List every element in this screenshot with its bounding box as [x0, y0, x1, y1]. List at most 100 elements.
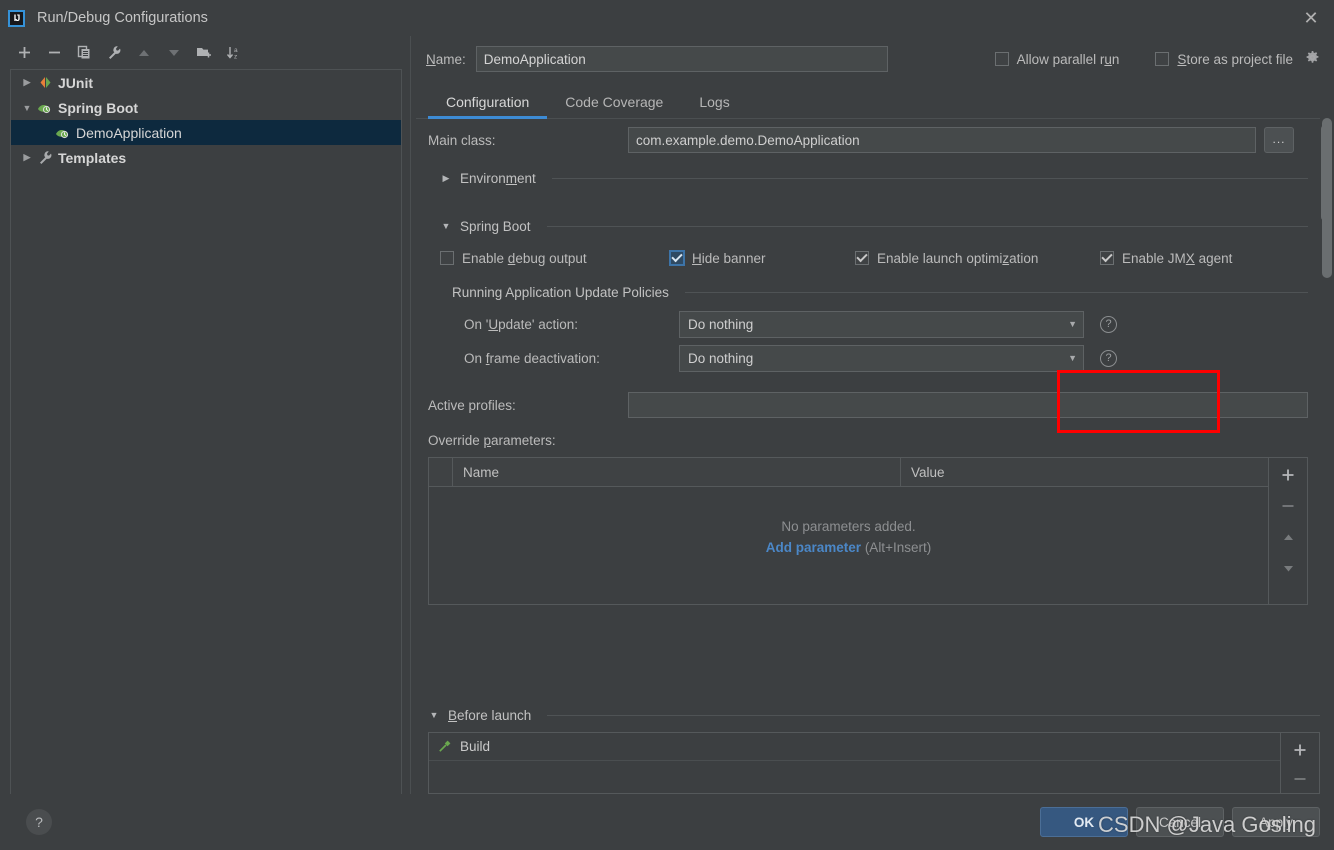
enable-debug-output-label: Enable debug output [462, 250, 587, 266]
junit-icon [35, 75, 55, 90]
tree-item-junit[interactable]: ▶ JUnit [11, 70, 401, 95]
help-button[interactable]: ? [26, 809, 52, 835]
add-parameter-shortcut: (Alt+Insert) [864, 540, 932, 555]
add-parameter-row: Add parameter (Alt+Insert) [766, 540, 931, 555]
move-parameter-up-button[interactable] [1271, 522, 1305, 552]
window-title: Run/Debug Configurations [37, 10, 208, 26]
remove-before-launch-task-button[interactable] [1283, 764, 1317, 793]
configuration-form: Main class: ... ▶ Environment ▼ Spring B… [416, 119, 1334, 698]
main-class-browse-button[interactable]: ... [1264, 127, 1294, 153]
chevron-right-icon[interactable]: ▶ [440, 173, 452, 184]
checkbox-box[interactable] [994, 52, 1009, 66]
hide-banner-checkbox[interactable]: Hide banner [670, 251, 855, 266]
main-class-input[interactable] [628, 127, 1256, 153]
spring-boot-section-header[interactable]: ▼ Spring Boot [428, 209, 1308, 243]
tab-configuration[interactable]: Configuration [428, 94, 548, 119]
remove-parameter-button[interactable] [1271, 491, 1305, 521]
on-frame-deactivation-label: On frame deactivation: [464, 350, 600, 366]
parameters-table-body[interactable]: Name Value No parameters added. Add para… [428, 457, 1269, 605]
ok-button[interactable]: OK [1040, 807, 1128, 837]
help-icon[interactable]: ? [1100, 349, 1117, 367]
allow-parallel-run-checkbox[interactable]: Allow parallel run [994, 52, 1119, 67]
configurations-tree[interactable]: ▶ JUnit ▼ Spring Boot DemoApplication ▶ … [10, 69, 402, 794]
scrollbar-thumb[interactable] [1322, 118, 1332, 278]
run-debug-configurations-dialog: IJ Run/Debug Configurations ✕ a z ▶ JUni… [0, 0, 1334, 850]
tree-item-spring-boot[interactable]: ▼ Spring Boot [11, 95, 401, 120]
dialog-body: a z ▶ JUnit ▼ Spring Boot DemoApplicatio… [0, 36, 1334, 794]
empty-message: No parameters added. [781, 519, 916, 534]
main-class-row: Main class: ... [428, 119, 1308, 161]
store-as-project-file-label: Store as project file [1177, 51, 1293, 67]
tab-code-coverage[interactable]: Code Coverage [547, 94, 681, 118]
table-column-name[interactable]: Name [453, 458, 901, 486]
before-launch-toolbar [1281, 732, 1320, 794]
hide-banner-label: Hide banner [692, 250, 766, 266]
chevron-right-icon[interactable]: ▶ [19, 152, 35, 163]
active-profiles-label: Active profiles: [428, 397, 516, 413]
tree-item-templates[interactable]: ▶ Templates [11, 145, 401, 170]
parameters-table-toolbar [1269, 457, 1308, 605]
svg-text:z: z [234, 54, 237, 61]
checkbox-box[interactable] [855, 251, 869, 265]
spring-boot-icon [53, 126, 73, 140]
add-configuration-button[interactable] [10, 40, 38, 66]
help-icon[interactable]: ? [1100, 315, 1117, 333]
sort-configurations-button[interactable]: a z [220, 40, 248, 66]
move-parameter-down-button[interactable] [1271, 553, 1305, 583]
add-parameter-button[interactable] [1271, 460, 1305, 490]
add-parameter-link[interactable]: Add parameter [766, 540, 861, 555]
checkbox-box[interactable] [1100, 251, 1114, 265]
close-icon[interactable]: ✕ [1294, 3, 1328, 33]
new-folder-button[interactable] [190, 40, 218, 66]
active-profiles-input[interactable] [628, 392, 1308, 418]
enable-launch-optimization-checkbox[interactable]: Enable launch optimization [855, 251, 1100, 266]
on-update-action-label: On 'Update' action: [464, 316, 578, 332]
apply-button[interactable]: Apply [1232, 807, 1320, 837]
section-divider [547, 714, 1320, 716]
spring-boot-section-title: Spring Boot [460, 218, 531, 234]
before-launch-task-build[interactable]: Build [429, 733, 1280, 761]
dialog-scrollbar[interactable] [1322, 48, 1332, 768]
chevron-down-icon[interactable]: ▼ [428, 710, 440, 720]
copy-configuration-button[interactable] [70, 40, 98, 66]
before-launch-task-list[interactable]: Build [428, 732, 1320, 794]
table-gutter-column [429, 458, 453, 486]
cancel-button[interactable]: Cancel [1136, 807, 1224, 837]
override-parameters-label: Override parameters: [428, 432, 556, 448]
chevron-down-icon[interactable]: ▼ [440, 221, 452, 231]
checkbox-box[interactable] [670, 251, 684, 265]
add-before-launch-task-button[interactable] [1283, 735, 1317, 764]
tree-item-label: Spring Boot [58, 99, 139, 116]
tab-logs[interactable]: Logs [681, 94, 747, 118]
on-frame-deactivation-combobox[interactable]: Do nothing ▼ [679, 344, 1084, 372]
enable-debug-output-checkbox[interactable]: Enable debug output [440, 251, 670, 266]
enable-jmx-agent-checkbox[interactable]: Enable JMX agent [1100, 251, 1232, 266]
chevron-down-icon[interactable]: ▼ [1068, 319, 1077, 329]
override-parameters-table: Name Value No parameters added. Add para… [428, 457, 1308, 605]
remove-configuration-button[interactable] [40, 40, 68, 66]
table-header-row: Name Value [429, 458, 1268, 487]
combobox-value: Do nothing [688, 350, 754, 366]
checkbox-box[interactable] [440, 251, 454, 265]
chevron-down-icon[interactable]: ▼ [1068, 353, 1077, 363]
title-bar: IJ Run/Debug Configurations ✕ [0, 0, 1334, 36]
parameters-empty-state: No parameters added. Add parameter (Alt+… [429, 487, 1268, 604]
gear-icon[interactable] [1305, 50, 1320, 68]
edit-templates-wrench-icon[interactable] [100, 40, 128, 66]
store-as-project-file-checkbox[interactable]: Store as project file [1155, 50, 1320, 68]
chevron-down-icon[interactable]: ▼ [19, 103, 35, 113]
tree-item-label: DemoApplication [76, 124, 182, 141]
checkbox-box[interactable] [1155, 52, 1170, 66]
before-launch-header[interactable]: ▼ Before launch [428, 698, 1320, 732]
on-update-action-combobox[interactable]: Do nothing ▼ [679, 310, 1084, 338]
move-down-button[interactable] [160, 40, 188, 66]
configurations-panel: a z ▶ JUnit ▼ Spring Boot DemoApplicatio… [0, 36, 410, 794]
name-input[interactable] [475, 46, 888, 72]
tree-item-demoapplication[interactable]: DemoApplication [11, 120, 401, 145]
before-launch-tasks[interactable]: Build [428, 732, 1281, 794]
chevron-right-icon[interactable]: ▶ [19, 77, 35, 88]
table-column-value[interactable]: Value [901, 458, 1268, 486]
enable-launch-optimization-label: Enable launch optimization [877, 250, 1039, 266]
move-up-button[interactable] [130, 40, 158, 66]
environment-section-header[interactable]: ▶ Environment [428, 161, 1308, 195]
